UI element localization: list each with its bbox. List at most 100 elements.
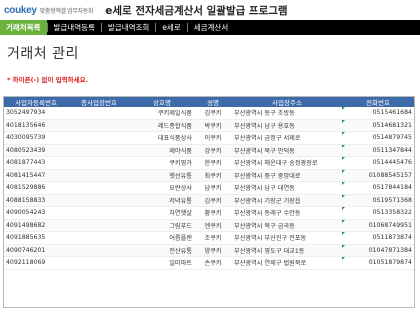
phone-cell[interactable]: 0514445476 xyxy=(342,156,414,170)
address-cell[interactable]: 부산광역시 중구 중앙대로 xyxy=(232,169,342,182)
phone-cell[interactable]: 0514879745 xyxy=(342,131,414,145)
business-number-cell[interactable]: 4090746201 xyxy=(4,244,68,257)
business-number-cell[interactable]: 4080523439 xyxy=(4,144,68,157)
representative-cell[interactable]: 손쿠키 xyxy=(194,256,232,270)
address-cell[interactable]: 부산광역시 북구 만덕동 xyxy=(232,144,342,157)
company-name-cell[interactable]: 대표식품상사 xyxy=(130,131,194,145)
address-cell[interactable]: 부산광역시 남구 용호동 xyxy=(232,119,342,132)
company-name-cell[interactable]: 제야식품 xyxy=(130,144,194,157)
business-number-cell[interactable]: 4030095739 xyxy=(4,131,68,145)
column-header-business-number[interactable]: 사업자등록번호 xyxy=(4,97,68,107)
phone-cell[interactable]: 0515461684 xyxy=(342,107,414,120)
phone-cell[interactable]: 0511347844 xyxy=(342,144,414,157)
address-cell[interactable]: 부산광역시 동래구 수안동 xyxy=(232,206,342,220)
business-number-cell[interactable]: 4088158833 xyxy=(4,194,68,207)
phone-cell[interactable]: 0513358322 xyxy=(342,206,414,220)
representative-cell[interactable]: 최쿠키 xyxy=(194,169,232,182)
phone-cell[interactable]: 01088545157 xyxy=(342,169,414,182)
business-number-cell[interactable]: 4091885635 xyxy=(4,231,68,245)
company-name-cell[interactable]: 쿠키영가 xyxy=(130,156,194,170)
sub-business-number-cell[interactable] xyxy=(68,131,130,145)
table-row[interactable]: 4091885635 어름플랜 조쿠키 부산광역시 부산진구 전포동 051187387… xyxy=(4,231,414,245)
sub-business-number-cell[interactable] xyxy=(68,144,130,157)
sub-business-number-cell[interactable] xyxy=(68,219,130,232)
table-row[interactable]: 4081415447 햇선유통 최쿠키 부산광역시 중구 중앙대로 0108854515… xyxy=(4,169,414,182)
company-name-cell[interactable]: 저녁유통 xyxy=(130,194,194,207)
representative-cell[interactable]: 남쿠키 xyxy=(194,181,232,195)
company-name-cell[interactable]: 햇선유통 xyxy=(130,169,194,182)
sub-business-number-cell[interactable] xyxy=(68,119,130,132)
sub-business-number-cell[interactable] xyxy=(68,206,130,220)
address-cell[interactable]: 부산광역시 해운대구 송정광장로 xyxy=(232,156,342,170)
table-row[interactable]: 4090054243 자연햇살 황쿠키 부산광역시 동래구 수안동 0513358322 xyxy=(4,206,414,220)
business-number-cell[interactable]: 4081529886 xyxy=(4,181,68,195)
phone-cell[interactable]: 0519571368 xyxy=(342,194,414,207)
address-cell[interactable]: 부산광역시 북구 금곡동 xyxy=(232,219,342,232)
tab-issue-register[interactable]: 발급내역등록 xyxy=(48,20,101,35)
address-cell[interactable]: 부산광역시 부산진구 전포동 xyxy=(232,231,342,245)
company-name-cell[interactable]: 요란상사 xyxy=(130,181,194,195)
representative-cell[interactable]: 양쿠키 xyxy=(194,244,232,257)
company-name-cell[interactable]: 자연햇살 xyxy=(130,206,194,220)
company-name-cell[interactable]: 그림푸드 xyxy=(130,219,194,232)
phone-cell[interactable]: 01051879874 xyxy=(342,256,414,270)
representative-cell[interactable]: 이쿠키 xyxy=(194,131,232,145)
address-cell[interactable]: 부산광역시 영도구 대교1동 xyxy=(232,244,342,257)
sub-business-number-cell[interactable] xyxy=(68,181,130,195)
table-row[interactable]: 4080523439 제야식품 강쿠키 부산광역시 북구 만덕동 0511347844 xyxy=(4,144,414,157)
column-header-phone[interactable]: 전화번호 xyxy=(342,97,414,107)
representative-cell[interactable]: 황쿠키 xyxy=(194,206,232,220)
phone-cell[interactable]: 01047871384 xyxy=(342,244,414,257)
business-number-cell[interactable]: 4018135646 xyxy=(4,119,68,132)
company-name-cell[interactable]: 레드종합식품 xyxy=(130,119,194,132)
table-row[interactable]: 4090746201 전산유통 양쿠키 부산광역시 영도구 대교1동 010478713… xyxy=(4,244,414,257)
tab-tax-invoice[interactable]: 세금계산서 xyxy=(188,20,235,35)
table-row[interactable]: 4088158833 저녁유통 김쿠키 부산광역시 기장군 기장읍 0519571368 xyxy=(4,194,414,207)
representative-cell[interactable]: 한쿠키 xyxy=(194,156,232,170)
table-row[interactable]: 4081529886 요란상사 남쿠키 부산광역시 남구 대연동 0517844184 xyxy=(4,181,414,195)
representative-cell[interactable]: 강쿠키 xyxy=(194,144,232,157)
column-header-representative[interactable]: 성명 xyxy=(194,97,232,107)
table-row[interactable]: 4018135646 레드종합식품 박쿠키 부산광역시 남구 용호동 051468132… xyxy=(4,119,414,132)
address-cell[interactable]: 부산광역시 기장군 기장읍 xyxy=(232,194,342,207)
company-name-cell[interactable]: 일미마트 xyxy=(130,256,194,270)
table-row[interactable]: 4091498682 그림푸드 엔쿠키 부산광역시 북구 금곡동 01068749951 xyxy=(4,219,414,232)
address-cell[interactable]: 부산광역시 연제구 법원북로 xyxy=(232,256,342,270)
sub-business-number-cell[interactable] xyxy=(68,231,130,245)
tab-client-list[interactable]: 거래처목록 xyxy=(0,20,47,35)
sub-business-number-cell[interactable] xyxy=(68,194,130,207)
table-row[interactable]: 4030095739 대표식품상사 이쿠키 부산광역시 금정구 서제로 05148797… xyxy=(4,131,414,145)
business-number-cell[interactable]: 4092118069 xyxy=(4,256,68,270)
address-cell[interactable]: 부산광역시 남구 대연동 xyxy=(232,181,342,195)
sub-business-number-cell[interactable] xyxy=(68,256,130,270)
sub-business-number-cell[interactable] xyxy=(68,244,130,257)
address-cell[interactable]: 부산광역시 금정구 서제로 xyxy=(232,131,342,145)
address-cell[interactable]: 부산광역시 동구 조방동 xyxy=(232,107,342,120)
business-number-cell[interactable]: 4091498682 xyxy=(4,219,68,232)
representative-cell[interactable]: 김쿠키 xyxy=(194,194,232,207)
business-number-cell[interactable]: 4081415447 xyxy=(4,169,68,182)
sub-business-number-cell[interactable] xyxy=(68,156,130,170)
business-number-cell[interactable]: 4090054243 xyxy=(4,206,68,220)
company-name-cell[interactable]: 어름플랜 xyxy=(130,231,194,245)
phone-cell[interactable]: 01068749951 xyxy=(342,219,414,232)
tab-esero[interactable]: e세로 xyxy=(156,20,186,35)
table-row[interactable]: 4081877443 쿠키영가 한쿠키 부산광역시 해운대구 송정광장로 0514445… xyxy=(4,156,414,170)
representative-cell[interactable]: 엔쿠키 xyxy=(194,219,232,232)
phone-cell[interactable]: 0511873874 xyxy=(342,231,414,245)
representative-cell[interactable]: 김쿠키 xyxy=(194,107,232,120)
phone-cell[interactable]: 0514681321 xyxy=(342,119,414,132)
column-header-company-name[interactable]: 상호명 xyxy=(130,97,194,107)
representative-cell[interactable]: 조쿠키 xyxy=(194,231,232,245)
column-header-sub-business-number[interactable]: 종사업장번호 xyxy=(68,97,130,107)
business-number-cell[interactable]: 4081877443 xyxy=(4,156,68,170)
business-number-cell[interactable]: 3052497934 xyxy=(4,107,68,120)
phone-cell[interactable]: 0517844184 xyxy=(342,181,414,195)
column-header-address[interactable]: 사업장주소 xyxy=(232,97,342,107)
table-row[interactable]: 4092118069 일미마트 손쿠키 부산광역시 연제구 법원북로 010518798… xyxy=(4,256,414,270)
table-row[interactable]: 3052497934 쿠키제일식품 김쿠키 부산광역시 동구 조방동 051546168… xyxy=(4,107,414,120)
representative-cell[interactable]: 박쿠키 xyxy=(194,119,232,132)
company-name-cell[interactable]: 쿠키제일식품 xyxy=(130,107,194,120)
tab-issue-history[interactable]: 발급내역조회 xyxy=(102,20,155,35)
company-name-cell[interactable]: 전산유통 xyxy=(130,244,194,257)
